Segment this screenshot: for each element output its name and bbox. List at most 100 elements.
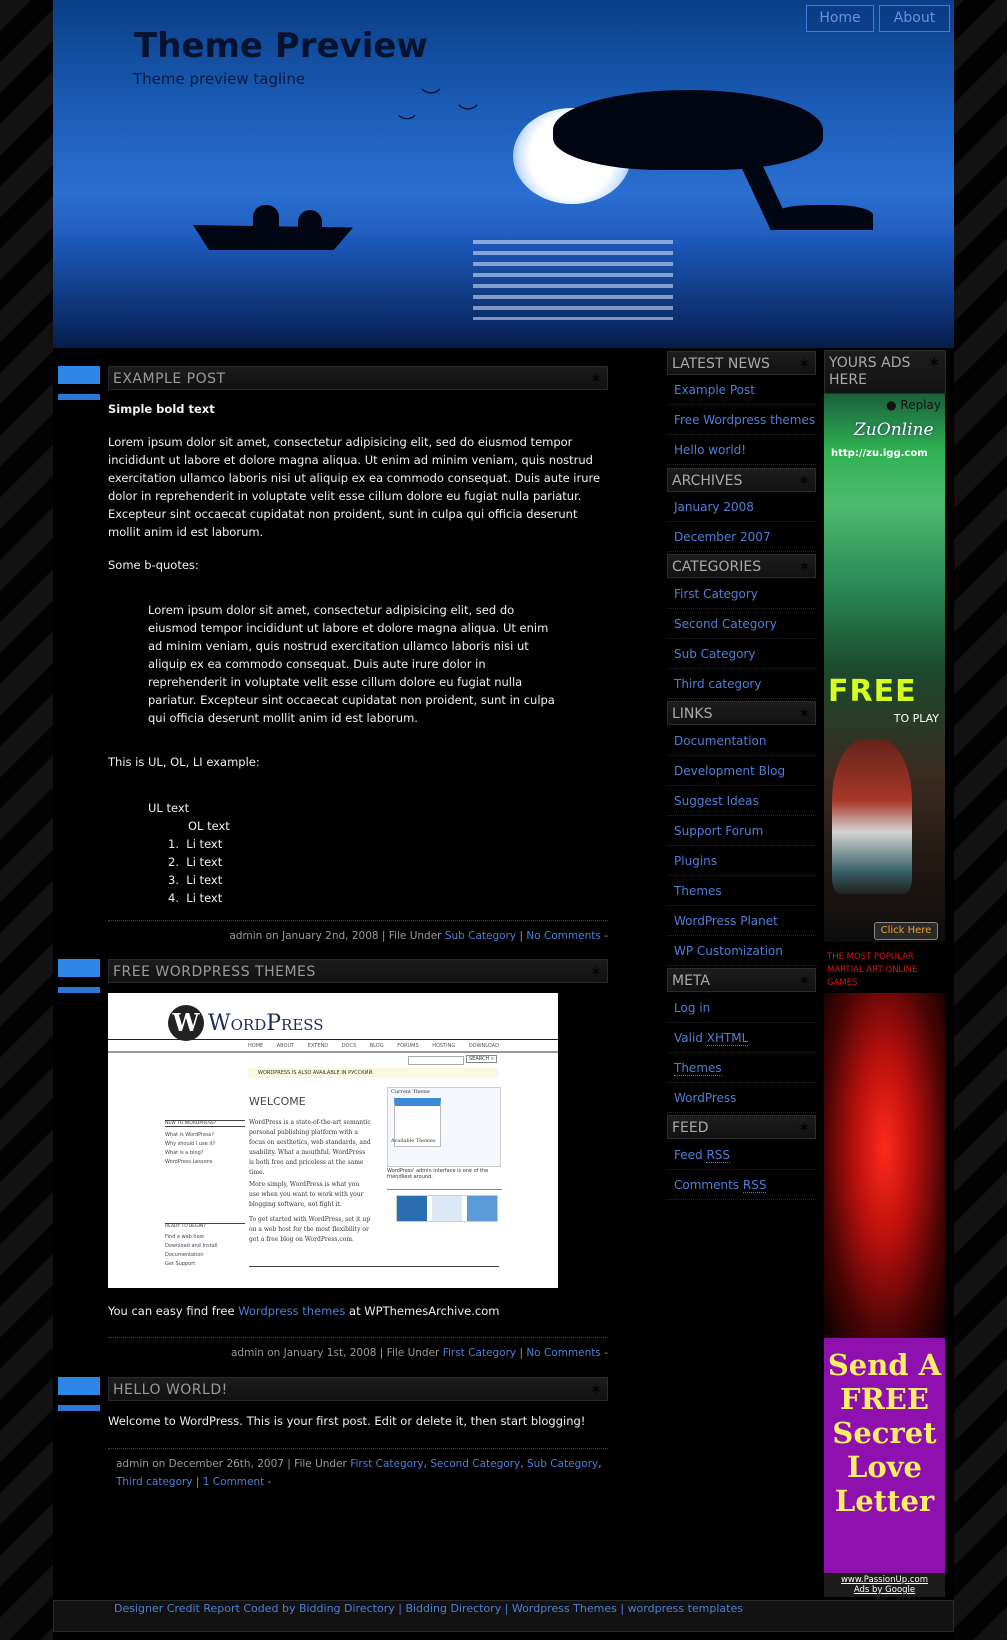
sidebar-item-feed-rss[interactable]: Feed RSS [667, 1140, 816, 1170]
screenshot-notice: WORDPRESS IS ALSO AVAILABLE IN РУССКИЙ. [248, 1068, 498, 1078]
sidebar-item-example-post[interactable]: Example Post [667, 375, 816, 405]
passionup-link[interactable]: www.PassionUp.com [824, 1575, 945, 1585]
ads-widget-title: YOURS ADS HERE ✶ [824, 350, 946, 394]
post-title[interactable]: EXAMPLE POST ✶ [108, 366, 608, 390]
screenshot-link: Documentation [165, 1252, 204, 1258]
sidebar-item-documentation[interactable]: Documentation [667, 726, 816, 756]
footer-link-designer-credit[interactable]: Designer Credit Report Coded by Bidding … [114, 1602, 395, 1615]
widget-title-archives: ARCHIVES ✶ [667, 468, 816, 492]
rose-ad-image[interactable] [824, 993, 945, 1338]
sidebar-item-valid-xhtml[interactable]: Valid XHTML [667, 1023, 816, 1053]
ad-to-play: TO PLAY [893, 712, 939, 725]
leaf-icon: ✶ [797, 354, 811, 373]
nav-about-link[interactable]: About [879, 5, 950, 32]
widget-title-feed: FEED ✶ [667, 1115, 816, 1139]
sidebar-item-wp-customization[interactable]: WP Customization [667, 936, 816, 966]
post-title[interactable]: FREE WORDPRESS THEMES ✶ [108, 959, 608, 983]
sidebar-item-third-category[interactable]: Third category [667, 669, 816, 699]
ad-free-headline: FREE [828, 674, 917, 709]
screenshot-nav: HOME ABOUT EXTEND DOCS BLOG FORUMS HOSTI… [248, 1043, 499, 1049]
li-item: 2. Li text [168, 855, 223, 869]
screenshot-nav-item: HOSTING [432, 1043, 456, 1049]
footer-link-bidding-directory[interactable]: Bidding Directory [405, 1602, 501, 1615]
post-text: You can easy find free Wordpress themes … [108, 1302, 608, 1320]
replay-button[interactable]: ● Replay [886, 398, 941, 412]
list-intro: This is UL, OL, LI example: [108, 755, 260, 769]
category-link[interactable]: Sub Category [527, 1458, 598, 1470]
post-title[interactable]: HELLO WORLD! ✶ [108, 1377, 608, 1401]
ads-by-google-link[interactable]: Ads by Google [824, 1585, 945, 1595]
leaf-icon: ✶ [589, 369, 603, 388]
screenshot-nav-item: EXTEND [307, 1043, 329, 1049]
leaf-icon: ✶ [589, 962, 603, 981]
comments-link[interactable]: 1 Comment [203, 1476, 264, 1488]
li-text: Li text [186, 855, 223, 869]
tree-root-silhouette [773, 205, 873, 230]
love-letter-ad[interactable]: Send A FREE Secret Love Letter [824, 1338, 945, 1573]
bird-icon: ︶ [398, 114, 416, 135]
comments-link[interactable]: No Comments [526, 1347, 601, 1359]
category-link[interactable]: First Category [350, 1458, 423, 1470]
category-link[interactable]: Sub Category [445, 930, 516, 942]
themes-label: Themes [674, 1061, 722, 1076]
screenshot-nav-item: DOWNLOAD [468, 1043, 500, 1049]
meta-suffix: - [600, 1347, 608, 1359]
sidebar-item-december-2007[interactable]: December 2007 [667, 522, 816, 552]
widget-title-meta: META ✶ [667, 968, 816, 992]
sidebar-item-meta-themes[interactable]: Themes [667, 1053, 816, 1083]
footer-link-wordpress-templates[interactable]: wordpress templates [628, 1602, 743, 1615]
sidebar-item-development-blog[interactable]: Development Blog [667, 756, 816, 786]
site-title[interactable]: Theme Preview [134, 26, 428, 66]
post-title-text[interactable]: HELLO WORLD! [113, 1382, 228, 1398]
sidebar-item-january-2008[interactable]: January 2008 [667, 492, 816, 522]
fisherman-silhouette [298, 210, 322, 230]
screenshot-nav-item: BLOG [369, 1043, 384, 1049]
sidebar-item-plugins[interactable]: Plugins [667, 846, 816, 876]
sidebar-item-second-category[interactable]: Second Category [667, 609, 816, 639]
sidebar-item-hello-world[interactable]: Hello world! [667, 435, 816, 465]
li-item: 3. Li text [168, 873, 223, 887]
game-ad-banner[interactable]: ● Replay ZuOnline http://zu.igg.com FREE… [824, 394, 945, 942]
footer-link-wordpress-themes[interactable]: Wordpress Themes [512, 1602, 617, 1615]
post-title-text[interactable]: FREE WORDPRESS THEMES [113, 964, 316, 980]
wordpress-screenshot: W WordPress HOME ABOUT EXTEND DOCS BLOG … [108, 993, 558, 1288]
sidebar-item-log-in[interactable]: Log in [667, 993, 816, 1023]
sidebar-item-comments-rss[interactable]: Comments RSS [667, 1170, 816, 1200]
category-link[interactable]: Third category [116, 1476, 193, 1488]
sidebar-item-wordpress-planet[interactable]: WordPress Planet [667, 906, 816, 936]
ad-click-here-button[interactable]: Click Here [874, 922, 938, 940]
screenshot-nav-item: FORUMS [397, 1043, 419, 1049]
post-meta: admin on January 2nd, 2008 | File Under … [108, 920, 608, 945]
feed-label: Feed [674, 1148, 707, 1162]
sidebar-item-wordpress[interactable]: WordPress [667, 1083, 816, 1113]
widget-title-latest-news: LATEST NEWS ✶ [667, 351, 816, 375]
comments-link[interactable]: No Comments [526, 930, 601, 942]
post-meta-byline: admin on December 26th, 2007 | File Unde… [116, 1458, 351, 1470]
screenshot-caption: WordPress' admin interface is one of the… [387, 1168, 489, 1180]
li-text: Li text [186, 873, 223, 887]
site-tagline: Theme preview tagline [133, 70, 306, 88]
wordpress-logo-icon: W [168, 1005, 204, 1041]
leaf-icon: ✶ [589, 1380, 603, 1399]
meta-suffix: - [600, 930, 608, 942]
widget-title-categories: CATEGORIES ✶ [667, 554, 816, 578]
sidebar-item-themes[interactable]: Themes [667, 876, 816, 906]
li-item: 4. Li text [168, 891, 223, 905]
screenshot-search-input [408, 1056, 464, 1065]
sidebar-item-support-forum[interactable]: Support Forum [667, 816, 816, 846]
wordpress-themes-link[interactable]: Wordpress themes [238, 1304, 345, 1318]
screenshot-thumbnails [396, 1195, 498, 1222]
sidebar-item-free-wordpress-themes[interactable]: Free Wordpress themes [667, 405, 816, 435]
sidebar-item-first-category[interactable]: First Category [667, 579, 816, 609]
category-link[interactable]: Second Category [430, 1458, 520, 1470]
screenshot-intro3: To get started with WordPress, set it up… [249, 1216, 371, 1243]
sidebar-item-sub-category[interactable]: Sub Category [667, 639, 816, 669]
nav-home-link[interactable]: Home [806, 5, 874, 32]
page-container: ︶ ︶ ︶ Theme Preview Theme preview taglin… [53, 0, 954, 1640]
widget-title-text: META [672, 973, 710, 989]
category-link[interactable]: First Category [443, 1347, 516, 1359]
post-thumbnail-icon [58, 1377, 100, 1417]
post-title-text[interactable]: EXAMPLE POST [113, 371, 226, 387]
sidebar-item-suggest-ideas[interactable]: Suggest Ideas [667, 786, 816, 816]
screenshot-nav-item: ABOUT [276, 1043, 295, 1049]
